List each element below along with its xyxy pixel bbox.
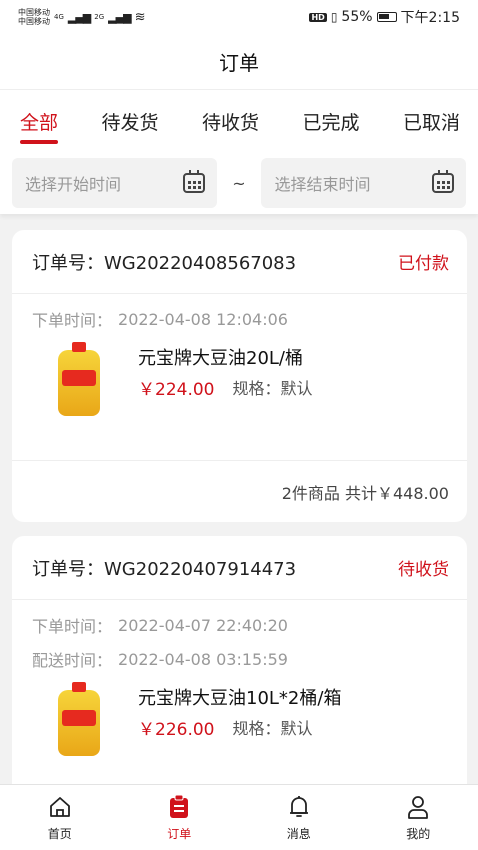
- bottle-cap: [72, 682, 86, 692]
- battery-icon: [376, 12, 397, 22]
- delivery-time-label: 配送时间：: [32, 651, 113, 670]
- calendar-icon: [432, 170, 455, 193]
- order-time-label: 下单时间：: [32, 311, 113, 330]
- order-time-label: 下单时间：: [32, 617, 113, 636]
- product-item[interactable]: 元宝牌大豆油20L/桶 ￥224.00 规格：默认: [12, 340, 467, 420]
- order-card[interactable]: 订单号：WG20220407914473 待收货 下单时间： 2022-04-0…: [12, 536, 467, 796]
- date-filter: 选择开始时间 ~ 选择结束时间: [0, 152, 478, 214]
- nav-orders[interactable]: 订单: [139, 793, 219, 842]
- order-number-label: 订单号：: [32, 252, 104, 274]
- home-icon: [48, 793, 72, 821]
- nav-orders-label: 订单: [167, 827, 192, 841]
- product-price: ￥226.00: [138, 719, 215, 740]
- spec-label: 规格：: [232, 379, 281, 398]
- order-number-value: WG20220407914473: [104, 558, 297, 580]
- bottle-label: [62, 370, 96, 386]
- product-spec: 规格：默认: [232, 715, 312, 739]
- order-time-value: 2022-04-07 22:40:20: [118, 615, 288, 635]
- start-date-picker[interactable]: 选择开始时间: [12, 158, 217, 208]
- end-date-picker[interactable]: 选择结束时间: [261, 158, 467, 208]
- product-name: 元宝牌大豆油20L/桶: [138, 348, 303, 369]
- bottle-label: [62, 710, 96, 726]
- product-price: ￥224.00: [138, 379, 215, 400]
- nav-profile-label: 我的: [406, 827, 431, 841]
- nav-messages[interactable]: 消息: [259, 793, 339, 842]
- wifi-icon: ≋: [134, 9, 146, 25]
- status-bar: 中国移动 中国移动 4G ▂▄▆ 2G ▂▄▆ ≋ HD ▯ 55% 下午2:1…: [0, 0, 478, 34]
- product-meta: ￥224.00 规格：默认: [138, 372, 313, 402]
- nav-home-label: 首页: [47, 827, 72, 841]
- spec-value: 默认: [280, 719, 313, 738]
- calendar-icon: [182, 170, 205, 193]
- page-header: 订单: [0, 34, 478, 90]
- signal-icon-2: ▂▄▆: [108, 10, 131, 24]
- network-1: 4G: [54, 12, 64, 21]
- delivery-time-row: 配送时间： 2022-04-08 03:15:59: [12, 642, 467, 676]
- product-info: 元宝牌大豆油20L/桶 ￥224.00 规格：默认: [138, 340, 313, 420]
- order-number: 订单号：WG20220407914473: [32, 555, 296, 581]
- order-number-value: WG20220408567083: [104, 252, 297, 274]
- order-icon: [167, 793, 191, 821]
- order-card-header: 订单号：WG20220408567083 已付款: [12, 230, 467, 294]
- carrier-2: 中国移动: [18, 17, 50, 26]
- carrier-labels: 中国移动 中国移动: [18, 8, 50, 26]
- network-2: 2G: [94, 12, 105, 21]
- product-info: 元宝牌大豆油10L*2桶/箱 ￥226.00 规格：默认: [138, 680, 341, 760]
- bottom-navigation: 首页 订单 消息 我的: [0, 784, 478, 850]
- user-icon: [406, 793, 430, 821]
- product-name: 元宝牌大豆油10L*2桶/箱: [138, 688, 342, 709]
- product-meta: ￥226.00 规格：默认: [138, 712, 341, 742]
- tab-completed[interactable]: 已完成: [302, 90, 359, 152]
- spec-value: 默认: [280, 379, 313, 398]
- delivery-time-value: 2022-04-08 03:15:59: [118, 649, 288, 669]
- tab-pending-receipt[interactable]: 待收货: [202, 90, 259, 152]
- order-status: 待收货: [398, 560, 449, 580]
- order-time-row: 下单时间： 2022-04-08 12:04:06: [12, 302, 467, 336]
- signal-icon: ▂▄▆: [67, 10, 91, 24]
- product-spec: 规格：默认: [232, 375, 312, 399]
- product-item[interactable]: 元宝牌大豆油10L*2桶/箱 ￥226.00 规格：默认: [12, 680, 467, 760]
- order-number-label: 订单号：: [32, 558, 104, 580]
- bottle-cap: [72, 342, 86, 352]
- tab-all[interactable]: 全部: [20, 90, 59, 152]
- product-image: [50, 340, 110, 420]
- tab-pending-shipment[interactable]: 待发货: [101, 90, 158, 152]
- order-status: 已付款: [398, 254, 449, 274]
- order-number: 订单号：WG20220408567083: [32, 249, 296, 275]
- order-card[interactable]: 订单号：WG20220408567083 已付款 下单时间： 2022-04-0…: [12, 230, 467, 522]
- nav-home[interactable]: 首页: [20, 793, 100, 842]
- product-image: [50, 680, 110, 760]
- tab-cancelled[interactable]: 已取消: [403, 90, 460, 152]
- end-date-placeholder: 选择结束时间: [274, 175, 371, 194]
- order-card-header: 订单号：WG20220407914473 待收货: [12, 536, 467, 600]
- spec-label: 规格：: [232, 719, 281, 738]
- bell-icon: [287, 793, 311, 821]
- vibrate-icon: ▯: [330, 10, 338, 24]
- carrier-1: 中国移动: [18, 8, 50, 17]
- clock: 下午2:15: [400, 10, 460, 26]
- nav-messages-label: 消息: [286, 827, 311, 841]
- order-time-value: 2022-04-08 12:04:06: [118, 309, 288, 329]
- status-left: 中国移动 中国移动 4G ▂▄▆ 2G ▂▄▆ ≋: [18, 8, 145, 26]
- status-right: HD ▯ 55% 下午2:15: [309, 7, 460, 27]
- start-date-placeholder: 选择开始时间: [25, 175, 122, 194]
- order-tabs: 全部 待发货 待收货 已完成 已取消: [0, 90, 478, 152]
- order-total: 2件商品 共计￥448.00: [281, 483, 449, 503]
- hd-badge: HD: [309, 12, 327, 22]
- order-summary: 2件商品 共计￥448.00: [12, 460, 467, 522]
- order-time-row: 下单时间： 2022-04-07 22:40:20: [12, 608, 467, 642]
- page-title: 订单: [219, 51, 259, 75]
- nav-profile[interactable]: 我的: [378, 793, 458, 842]
- battery-percent: 55%: [341, 9, 373, 25]
- date-separator: ~: [232, 173, 246, 193]
